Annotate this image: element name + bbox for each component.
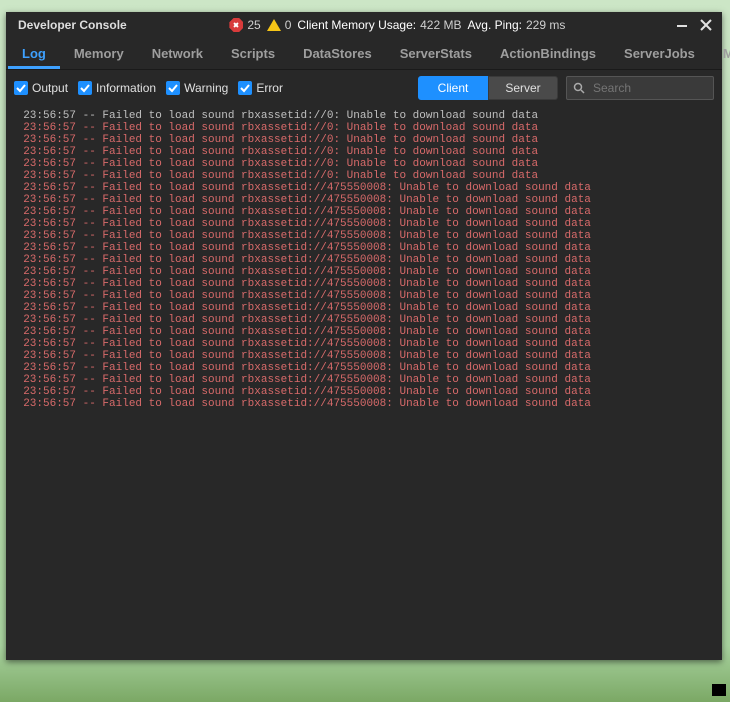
- tab-serverstats[interactable]: ServerStats: [386, 38, 486, 69]
- log-line: 23:56:57 -- Failed to load sound rbxasse…: [10, 338, 718, 350]
- filter-information[interactable]: Information: [78, 81, 156, 95]
- cursor-block: [712, 684, 726, 696]
- filter-output-label: Output: [32, 81, 68, 95]
- log-line: 23:56:57 -- Failed to load sound rbxasse…: [10, 194, 718, 206]
- log-line: 23:56:57 -- Failed to load sound rbxasse…: [10, 254, 718, 266]
- log-line: 23:56:57 -- Failed to load sound rbxasse…: [10, 110, 718, 122]
- toggle-server[interactable]: Server: [488, 76, 558, 100]
- filter-warning-label: Warning: [184, 81, 228, 95]
- checkmark-icon: [166, 81, 180, 95]
- filter-output[interactable]: Output: [14, 81, 68, 95]
- log-line: 23:56:57 -- Failed to load sound rbxasse…: [10, 146, 718, 158]
- developer-console-window: Developer Console 25 0 Client Memory Usa…: [6, 12, 722, 660]
- log-line: 23:56:57 -- Failed to load sound rbxasse…: [10, 350, 718, 362]
- ping-stat: Avg. Ping: 229 ms: [467, 18, 565, 32]
- tab-scripts[interactable]: Scripts: [217, 38, 289, 69]
- ping-label: Avg. Ping:: [467, 18, 521, 32]
- log-line: 23:56:57 -- Failed to load sound rbxasse…: [10, 374, 718, 386]
- titlebar: Developer Console 25 0 Client Memory Usa…: [6, 12, 722, 38]
- search-icon: [573, 82, 585, 94]
- log-line: 23:56:57 -- Failed to load sound rbxasse…: [10, 218, 718, 230]
- log-line: 23:56:57 -- Failed to load sound rbxasse…: [10, 314, 718, 326]
- error-icon: [229, 18, 243, 32]
- search-input[interactable]: [591, 80, 730, 96]
- toggle-client[interactable]: Client: [418, 76, 488, 100]
- log-line: 23:56:57 -- Failed to load sound rbxasse…: [10, 158, 718, 170]
- close-button[interactable]: [696, 15, 716, 35]
- log-line: 23:56:57 -- Failed to load sound rbxasse…: [10, 278, 718, 290]
- ping-value: 229 ms: [526, 18, 565, 32]
- log-line: 23:56:57 -- Failed to load sound rbxasse…: [10, 302, 718, 314]
- log-line: 23:56:57 -- Failed to load sound rbxasse…: [10, 362, 718, 374]
- tab-network[interactable]: Network: [138, 38, 217, 69]
- log-line: 23:56:57 -- Failed to load sound rbxasse…: [10, 398, 718, 410]
- log-line: 23:56:57 -- Failed to load sound rbxasse…: [10, 230, 718, 242]
- checkmark-icon: [78, 81, 92, 95]
- log-line: 23:56:57 -- Failed to load sound rbxasse…: [10, 290, 718, 302]
- log-line: 23:56:57 -- Failed to load sound rbxasse…: [10, 326, 718, 338]
- warning-icon: [267, 19, 281, 31]
- window-title: Developer Console: [18, 18, 127, 32]
- filter-information-label: Information: [96, 81, 156, 95]
- log-line: 23:56:57 -- Failed to load sound rbxasse…: [10, 386, 718, 398]
- log-line: 23:56:57 -- Failed to load sound rbxasse…: [10, 134, 718, 146]
- filters: Output Information Warning Error: [14, 81, 283, 95]
- log-line: 23:56:57 -- Failed to load sound rbxasse…: [10, 206, 718, 218]
- log-line: 23:56:57 -- Failed to load sound rbxasse…: [10, 266, 718, 278]
- warning-count: 0: [267, 18, 292, 32]
- error-count-value: 25: [247, 18, 260, 32]
- log-output[interactable]: 23:56:57 -- Failed to load sound rbxasse…: [6, 106, 722, 660]
- log-line: 23:56:57 -- Failed to load sound rbxasse…: [10, 122, 718, 134]
- warning-count-value: 0: [285, 18, 292, 32]
- tab-microprofiler[interactable]: MicroProfiler: [709, 38, 730, 69]
- controlbar: Output Information Warning Error Client: [6, 70, 722, 106]
- log-line: 23:56:57 -- Failed to load sound rbxasse…: [10, 242, 718, 254]
- tab-actionbindings[interactable]: ActionBindings: [486, 38, 610, 69]
- filter-warning[interactable]: Warning: [166, 81, 228, 95]
- context-toggle: Client Server: [418, 76, 558, 100]
- tab-serverjobs[interactable]: ServerJobs: [610, 38, 709, 69]
- memory-label: Client Memory Usage:: [297, 18, 416, 32]
- checkmark-icon: [238, 81, 252, 95]
- tabbar: LogMemoryNetworkScriptsDataStoresServerS…: [6, 38, 722, 70]
- filter-error-label: Error: [256, 81, 283, 95]
- memory-value: 422 MB: [420, 18, 461, 32]
- log-line: 23:56:57 -- Failed to load sound rbxasse…: [10, 170, 718, 182]
- tab-log[interactable]: Log: [8, 38, 60, 69]
- tab-memory[interactable]: Memory: [60, 38, 138, 69]
- search-box[interactable]: [566, 76, 714, 100]
- tab-datastores[interactable]: DataStores: [289, 38, 386, 69]
- titlebar-stats: 25 0 Client Memory Usage: 422 MB Avg. Pi…: [127, 18, 668, 32]
- error-count: 25: [229, 18, 260, 32]
- minimize-button[interactable]: [672, 15, 692, 35]
- filter-error[interactable]: Error: [238, 81, 283, 95]
- checkmark-icon: [14, 81, 28, 95]
- memory-stat: Client Memory Usage: 422 MB: [297, 18, 461, 32]
- log-line: 23:56:57 -- Failed to load sound rbxasse…: [10, 182, 718, 194]
